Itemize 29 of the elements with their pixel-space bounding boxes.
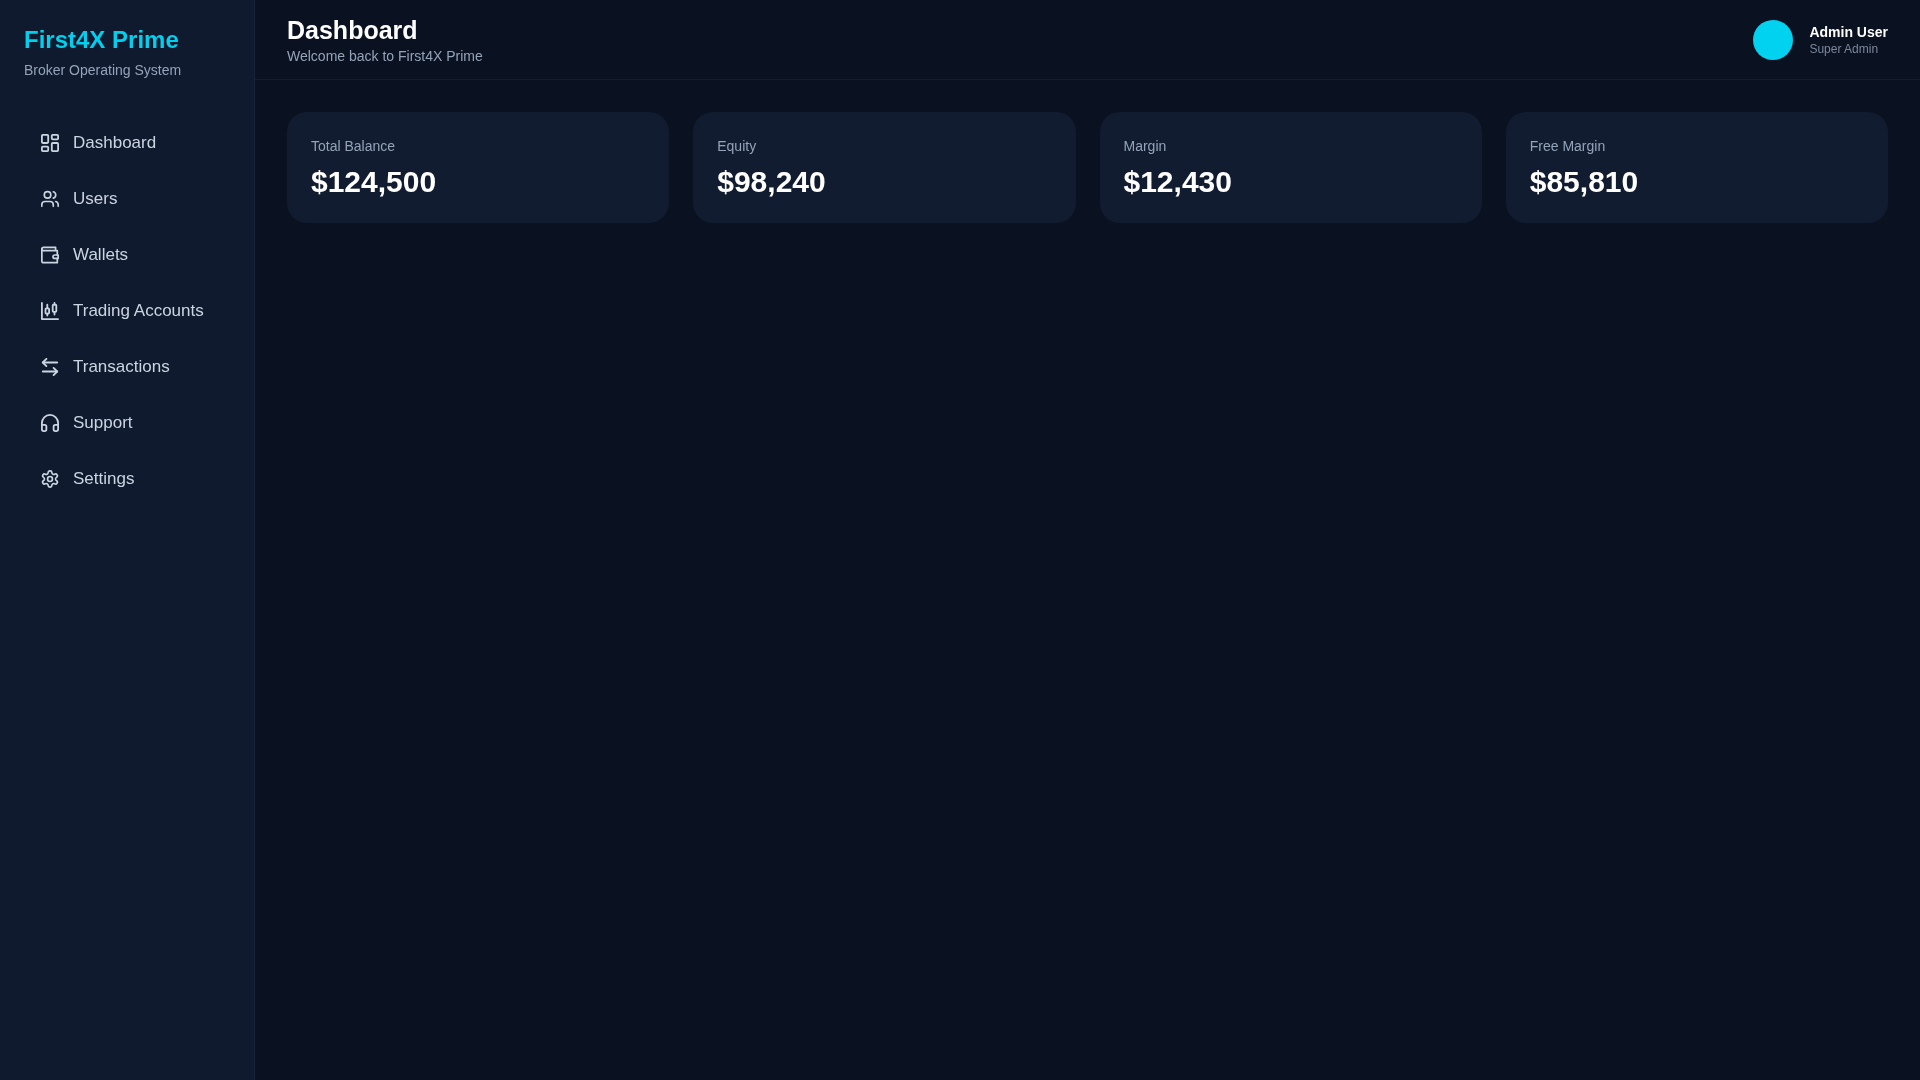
nav-item[interactable]: Users — [24, 177, 230, 221]
stat-label: Margin — [1123, 137, 1168, 156]
arrows-left-right-icon — [41, 358, 59, 376]
stat-label: Free Margin — [1529, 137, 1607, 156]
nav-item[interactable]: Settings — [24, 457, 230, 501]
user-avatar — [1753, 19, 1794, 60]
candlestick-chart-icon — [41, 302, 59, 320]
page-subtitle: Welcome back to First4X Prime — [287, 46, 483, 66]
stat-value: $12,430 — [1123, 164, 1233, 200]
stat-label: Equity — [717, 137, 758, 156]
user-name: Admin User — [1809, 22, 1888, 41]
brand-logo: First4X Prime — [24, 25, 180, 55]
grid-icon — [41, 134, 59, 152]
page-title: Dashboard — [287, 14, 419, 46]
stat-value: $124,500 — [311, 164, 438, 200]
nav-item[interactable]: Dashboard — [24, 121, 230, 165]
wallet-icon — [41, 246, 59, 264]
nav-item[interactable]: Transactions — [24, 345, 230, 389]
stat-value: $98,240 — [717, 164, 827, 200]
settings-icon — [41, 470, 59, 488]
brand-tagline: Broker Operating System — [24, 61, 183, 80]
user-role: Super Admin — [1809, 40, 1880, 57]
headphones-icon — [41, 414, 59, 432]
nav-item[interactable]: Support — [24, 401, 230, 445]
nav-item[interactable]: Trading Accounts — [24, 289, 230, 333]
stat-label: Total Balance — [311, 137, 397, 156]
stat-value: $85,810 — [1529, 164, 1640, 200]
users-icon — [41, 190, 59, 208]
nav-item[interactable]: Wallets — [24, 233, 230, 277]
